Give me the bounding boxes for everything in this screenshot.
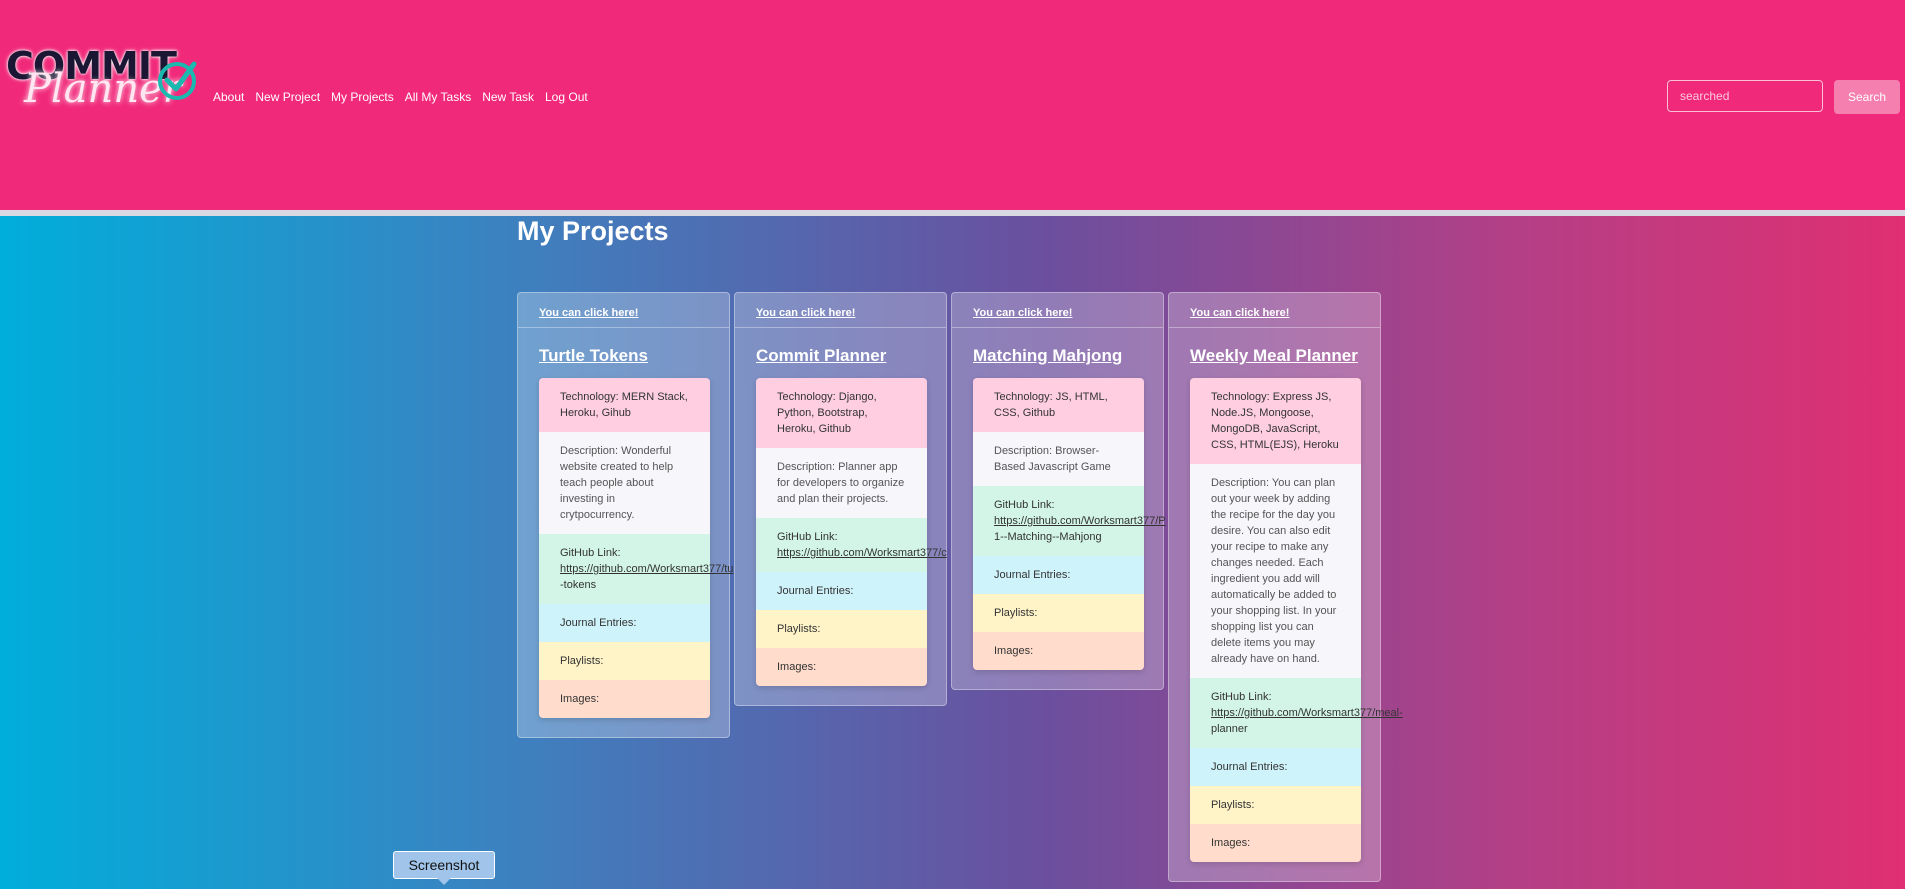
github-label: GitHub Link: — [777, 531, 838, 543]
github-url-line1: https://github.com/Worksmart377/tu — [560, 563, 734, 575]
card-body: Matching Mahjong Technology: JS, HTML, C… — [952, 328, 1166, 689]
card-header: You can click here! — [1169, 293, 1380, 328]
github-url-link[interactable]: https://github.com/Worksmart377/tu — [560, 563, 733, 575]
description-item: Description: Planner app for developers … — [756, 448, 927, 518]
project-card-weekly-meal-planner: You can click here! Weekly Meal Planner … — [1168, 292, 1403, 882]
project-cards: You can click here! Turtle Tokens Techno… — [517, 292, 1403, 882]
project-details-list: Technology: Express JS, Node.JS, Mongoos… — [1190, 378, 1403, 862]
github-label: GitHub Link: — [560, 547, 621, 559]
technology-item: Technology: MERN Stack, Heroku, Gihub — [539, 378, 710, 432]
click-here-link[interactable]: You can click here! — [973, 307, 1072, 319]
github-url-line2: -tokens — [560, 579, 597, 591]
project-title-link[interactable]: Weekly Meal Planner — [1190, 346, 1359, 366]
nav-new-task[interactable]: New Task — [482, 90, 534, 104]
card-body: Weekly Meal Planner Technology: Express … — [1169, 328, 1403, 881]
project-title-link[interactable]: Commit Planner — [756, 346, 925, 366]
description-item: Description: Wonderful website created t… — [539, 432, 710, 534]
project-card-commit-planner: You can click here! Commit Planner Techn… — [734, 292, 947, 706]
project-title-link[interactable]: Turtle Tokens — [539, 346, 708, 366]
click-here-link[interactable]: You can click here! — [539, 307, 638, 319]
github-link-item: GitHub Link: https://github.com/Worksmar… — [756, 518, 947, 572]
nav-new-project[interactable]: New Project — [255, 90, 320, 104]
project-details-list: Technology: MERN Stack, Heroku, Gihub De… — [539, 378, 733, 718]
project-title-link[interactable]: Matching Mahjong — [973, 346, 1142, 366]
github-label: GitHub Link: — [1211, 691, 1272, 703]
description-item: Description: Browser-Based Javascript Ga… — [973, 432, 1144, 486]
commit-planner-logo[interactable]: COMMIT Planner — [6, 44, 197, 114]
page-title: My Projects — [517, 216, 669, 246]
github-url-link[interactable]: https://github.com/Worksmart377/c — [777, 547, 947, 559]
journal-entries-item: Journal Entries: — [539, 604, 710, 642]
card-body: Turtle Tokens Technology: MERN Stack, He… — [518, 328, 733, 737]
github-label: GitHub Link: — [994, 499, 1055, 511]
github-url-line2: 1--Matching--Mahjong — [994, 531, 1102, 543]
journal-entries-item: Journal Entries: — [756, 572, 927, 610]
card-header: You can click here! — [518, 293, 729, 328]
project-details-list: Technology: Django, Python, Bootstrap, H… — [756, 378, 947, 686]
playlists-item: Playlists: — [756, 610, 927, 648]
project-details-list: Technology: JS, HTML, CSS, Github Descri… — [973, 378, 1166, 670]
nav-my-projects[interactable]: My Projects — [331, 90, 394, 104]
main-nav: About New Project My Projects All My Tas… — [213, 90, 588, 104]
playlists-item: Playlists: — [973, 594, 1144, 632]
github-url-line1: https://github.com/Worksmart377/meal- — [1211, 707, 1403, 719]
images-item: Images: — [973, 632, 1144, 670]
github-link-item: GitHub Link: https://github.com/Worksmar… — [539, 534, 733, 604]
github-url-line1: https://github.com/Worksmart377/P — [994, 515, 1166, 527]
project-card-turtle-tokens: You can click here! Turtle Tokens Techno… — [517, 292, 733, 738]
card-body: Commit Planner Technology: Django, Pytho… — [735, 328, 947, 705]
card-header: You can click here! — [735, 293, 946, 328]
github-link-item: GitHub Link: https://github.com/Worksmar… — [1190, 678, 1403, 748]
journal-entries-item: Journal Entries: — [1190, 748, 1361, 786]
playlists-item: Playlists: — [1190, 786, 1361, 824]
github-link-item: GitHub Link: https://github.com/Worksmar… — [973, 486, 1166, 556]
images-item: Images: — [1190, 824, 1361, 862]
nav-all-my-tasks[interactable]: All My Tasks — [405, 90, 471, 104]
search-button[interactable]: Search — [1834, 80, 1900, 114]
technology-item: Technology: Express JS, Node.JS, Mongoos… — [1190, 378, 1361, 464]
nav-about[interactable]: About — [213, 90, 244, 104]
playlists-item: Playlists: — [539, 642, 710, 680]
screenshot-tooltip: Screenshot — [393, 851, 495, 885]
journal-entries-item: Journal Entries: — [973, 556, 1144, 594]
site-header: COMMIT Planner About New Project My Proj… — [0, 0, 1905, 216]
card-header: You can click here! — [952, 293, 1163, 328]
github-url-line1: https://github.com/Worksmart377/c — [777, 547, 947, 559]
technology-item: Technology: Django, Python, Bootstrap, H… — [756, 378, 927, 448]
github-url-link[interactable]: https://github.com/Worksmart377/meal- — [1211, 707, 1403, 719]
checkmark-icon — [158, 61, 197, 100]
click-here-link[interactable]: You can click here! — [1190, 307, 1289, 319]
project-card-matching-mahjong: You can click here! Matching Mahjong Tec… — [951, 292, 1166, 690]
description-item: Description: You can plan out your week … — [1190, 464, 1361, 678]
github-url-link[interactable]: https://github.com/Worksmart377/P — [994, 515, 1166, 527]
technology-item: Technology: JS, HTML, CSS, Github — [973, 378, 1144, 432]
github-url-line2: planner — [1211, 723, 1248, 735]
search-input[interactable] — [1667, 80, 1823, 112]
images-item: Images: — [539, 680, 710, 718]
nav-log-out[interactable]: Log Out — [545, 90, 588, 104]
click-here-link[interactable]: You can click here! — [756, 307, 855, 319]
images-item: Images: — [756, 648, 927, 686]
